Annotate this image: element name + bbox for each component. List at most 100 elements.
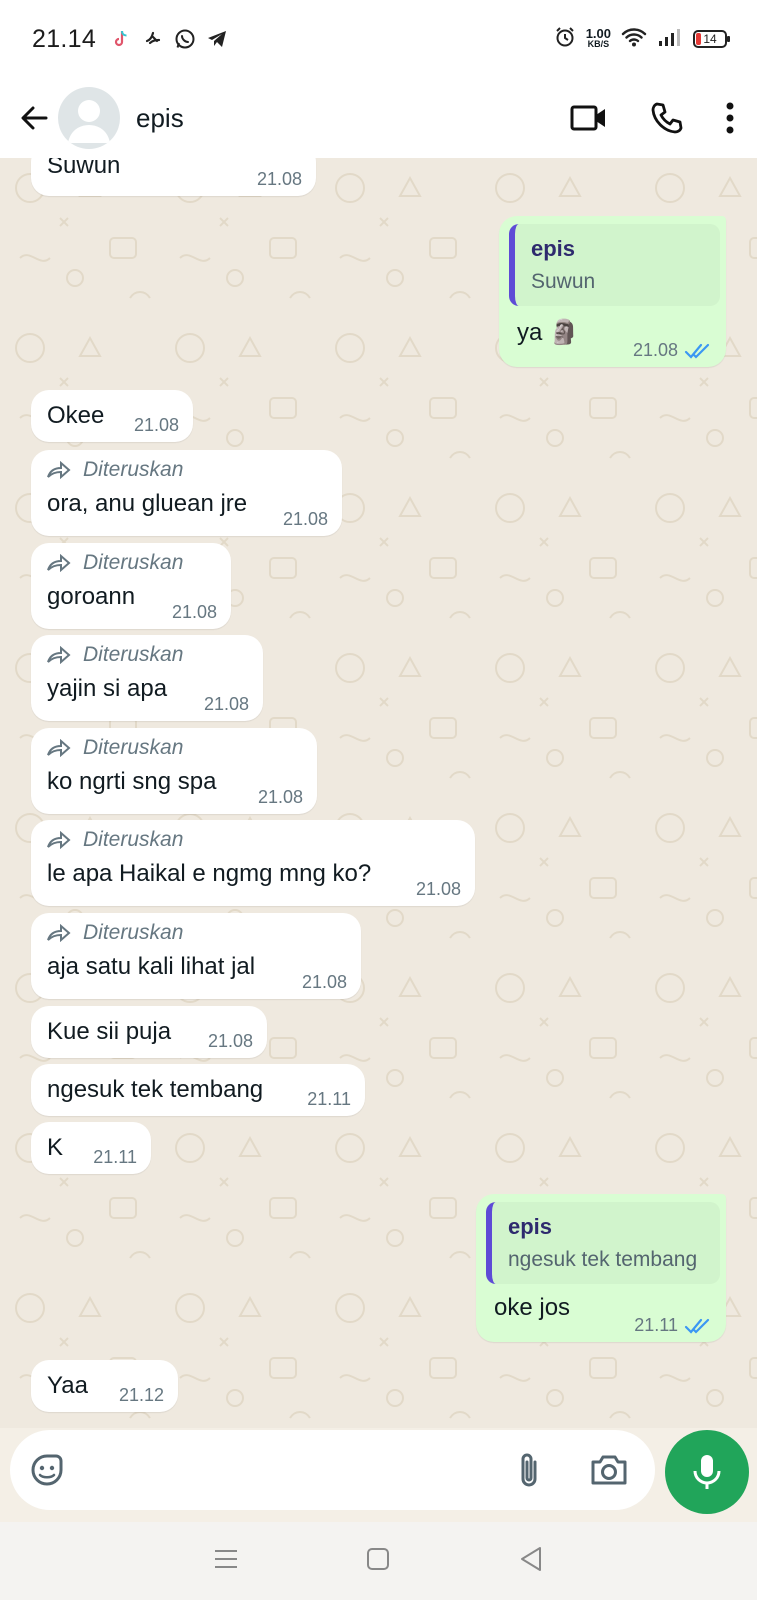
message-time: 21.08 — [632, 340, 678, 360]
camera-icon — [591, 1455, 627, 1485]
phone-icon — [651, 102, 683, 134]
network-speed: 1.00 KB/S — [585, 26, 611, 50]
forward-arrow-icon — [47, 831, 71, 849]
chat-area[interactable]: Suwun 21.08 epis Suwun ya 🗿 21.08 Okee 2… — [0, 158, 757, 1428]
sticker-button[interactable] — [28, 1451, 66, 1489]
microphone-icon — [693, 1455, 721, 1489]
message-outgoing[interactable]: epis Suwun ya 🗿 21.08 — [499, 216, 726, 367]
message-incoming[interactable]: Okee 21.08 — [31, 390, 193, 442]
home-square-icon — [367, 1547, 390, 1570]
quote-text: ngesuk tek tembang — [508, 1248, 698, 1271]
message-time: 21.08 — [207, 1031, 253, 1051]
forwarded-label: Diteruskan — [47, 820, 459, 860]
message-forwarded[interactable]: Diteruskan goroann 21.08 — [31, 543, 231, 629]
message-time: 21.08 — [301, 972, 347, 992]
alarm-icon — [554, 26, 576, 53]
whatsapp-icon — [174, 28, 196, 50]
video-call-button[interactable] — [569, 102, 609, 134]
status-right: 1.00 KB/S 14 — [554, 26, 730, 53]
forward-arrow-icon — [47, 924, 71, 942]
forwarded-text: Diteruskan — [83, 736, 184, 759]
message-forwarded[interactable]: Diteruskan aja satu kali lihat jal 21.08 — [31, 913, 361, 999]
quote-text: Suwun — [531, 270, 596, 293]
message-time: 21.11 — [93, 1147, 137, 1167]
message-time: 21.11 — [307, 1089, 351, 1109]
message-time: 21.08 — [282, 509, 328, 529]
forwarded-text: Diteruskan — [83, 551, 184, 574]
message-incoming[interactable]: ngesuk tek tembang 21.11 — [31, 1064, 365, 1116]
message-incoming[interactable]: Kue sii puja 21.08 — [31, 1006, 267, 1058]
message-time: 21.08 — [415, 879, 461, 899]
net-speed-value: 1.00 — [585, 26, 611, 41]
chat-header: epis — [0, 78, 757, 158]
forwarded-label: Diteruskan — [47, 913, 345, 953]
paperclip-icon — [521, 1453, 537, 1487]
message-time: 21.08 — [171, 602, 217, 622]
contact-name[interactable]: epis — [136, 103, 184, 134]
back-arrow-icon — [21, 106, 48, 130]
message-input[interactable] — [82, 1456, 499, 1484]
message-incoming[interactable]: Suwun 21.08 — [31, 158, 316, 196]
forwarded-text: Diteruskan — [83, 921, 184, 944]
back-triangle-icon — [520, 1546, 541, 1571]
back-button[interactable] — [6, 90, 62, 146]
message-time: 21.11 — [634, 1315, 678, 1335]
read-ticks-icon — [684, 1318, 710, 1334]
forwarded-text: Diteruskan — [83, 643, 184, 666]
message-meta: 21.11 — [634, 1315, 712, 1336]
message-forwarded[interactable]: Diteruskan ko ngrti sng spa 21.08 — [31, 728, 317, 814]
message-text: aja satu kali lihat jal — [47, 953, 256, 980]
quoted-message[interactable]: epis Suwun — [509, 224, 720, 306]
status-bar: 21.14 1.00 KB/S 14 — [0, 0, 757, 78]
forward-arrow-icon — [47, 739, 71, 757]
message-text: ngesuk tek tembang — [47, 1076, 264, 1103]
message-forwarded[interactable]: Diteruskan ora, anu gluean jre 21.08 — [31, 450, 342, 536]
system-nav-bar — [0, 1522, 757, 1600]
wifi-icon — [621, 26, 647, 53]
message-incoming[interactable]: K 21.11 — [31, 1122, 151, 1174]
forwarded-text: Diteruskan — [83, 828, 184, 851]
signal-icon — [657, 26, 683, 53]
avatar[interactable] — [58, 87, 120, 149]
message-meta: 21.08 — [633, 340, 712, 361]
message-incoming[interactable]: Yaa 21.12 — [31, 1360, 178, 1412]
header-actions — [569, 100, 735, 136]
message-composer — [10, 1430, 655, 1510]
sticker-icon — [31, 1454, 63, 1486]
message-outgoing[interactable]: epis ngesuk tek tembang oke jos 21.11 — [476, 1194, 726, 1342]
forwarded-label: Diteruskan — [47, 450, 326, 490]
forwarded-label: Diteruskan — [47, 728, 301, 768]
more-vertical-icon — [726, 102, 734, 134]
video-camera-icon — [570, 105, 605, 131]
message-forwarded[interactable]: Diteruskan le apa Haikal e ngmg mng ko? … — [31, 820, 475, 906]
battery-level: 14 — [703, 32, 717, 46]
attach-button[interactable] — [515, 1450, 543, 1490]
voice-record-button[interactable] — [665, 1430, 749, 1514]
read-ticks-icon — [684, 343, 710, 359]
nav-menu-button[interactable] — [213, 1548, 239, 1575]
quote-author: epis — [508, 1214, 553, 1239]
more-options-button[interactable] — [725, 101, 735, 135]
telegram-icon — [206, 28, 228, 50]
net-speed-unit: KB/S — [587, 39, 610, 49]
quote-author: epis — [531, 236, 576, 261]
camera-button[interactable] — [589, 1453, 629, 1487]
battery-icon: 14 — [693, 30, 730, 48]
message-time: 21.08 — [256, 169, 302, 189]
message-time: 21.08 — [133, 415, 179, 435]
menu-icon — [215, 1549, 238, 1568]
voice-call-button[interactable] — [649, 100, 685, 136]
quoted-message[interactable]: epis ngesuk tek tembang — [486, 1202, 720, 1284]
status-time: 21.14 — [32, 24, 97, 53]
forward-arrow-icon — [47, 646, 71, 664]
message-forwarded[interactable]: Diteruskan yajin si apa 21.08 — [31, 635, 263, 721]
message-time: 21.08 — [257, 787, 303, 807]
tiktok-icon — [110, 28, 132, 50]
message-time: 21.12 — [118, 1385, 164, 1405]
forwarded-text: Diteruskan — [83, 458, 184, 481]
nav-home-button[interactable] — [365, 1546, 391, 1577]
message-time: 21.08 — [203, 694, 249, 714]
nav-back-button[interactable] — [518, 1545, 544, 1578]
app-icon — [142, 28, 164, 50]
forwarded-label: Diteruskan — [47, 543, 215, 583]
